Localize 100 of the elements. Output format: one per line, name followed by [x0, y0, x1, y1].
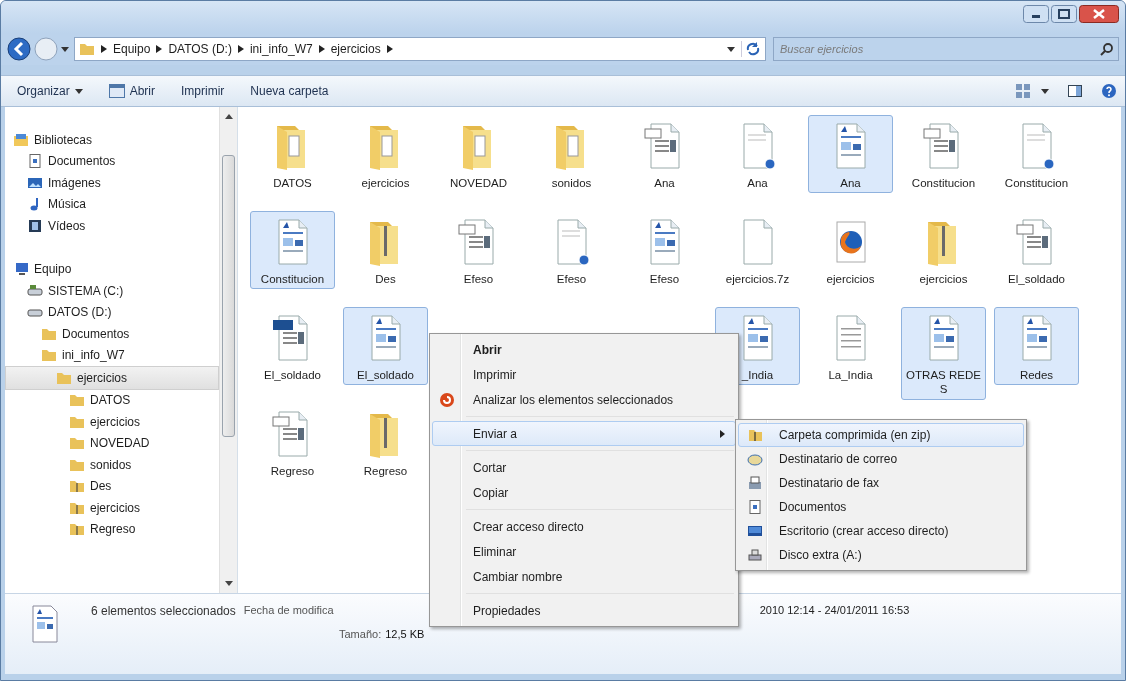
file-item[interactable]: Efeso: [436, 211, 521, 290]
tree-item[interactable]: Imágenes: [5, 172, 219, 194]
toolbar-button[interactable]: Imprimir: [173, 81, 233, 101]
file-item[interactable]: Regreso: [343, 403, 428, 482]
file-item[interactable]: Ana: [715, 115, 800, 194]
file-item[interactable]: El_soldado: [343, 307, 428, 386]
address-bar[interactable]: Equipo DATOS (D:) ini_info_W7 ejercicios: [74, 37, 766, 61]
scrollbar-thumb[interactable]: [222, 155, 235, 437]
scroll-down-icon[interactable]: [224, 581, 233, 587]
file-item[interactable]: ejercicios.7z: [715, 211, 800, 290]
file-item[interactable]: OTRAS REDES: [901, 307, 986, 400]
maximize-button[interactable]: [1051, 5, 1077, 23]
file-item[interactable]: Ana: [808, 115, 893, 194]
caret-icon[interactable]: [1041, 87, 1049, 95]
tree-item[interactable]: ejercicios: [5, 497, 219, 519]
date-label: Fecha de modifica: [243, 604, 334, 618]
menu-item[interactable]: Eliminar: [432, 539, 736, 564]
minimize-button[interactable]: [1023, 5, 1049, 23]
file-item[interactable]: Regreso: [250, 403, 335, 482]
menu-item[interactable]: Documentos: [738, 495, 1024, 519]
selection-summary: 6 elementos seleccionados: [91, 604, 236, 618]
search-icon: [1100, 42, 1114, 56]
help-icon[interactable]: [1101, 83, 1117, 99]
file-item[interactable]: El_soldado: [250, 307, 335, 386]
menu-item[interactable]: Carpeta comprimida (en zip): [738, 423, 1024, 447]
chevron-icon[interactable]: [156, 45, 163, 53]
toolbar-button[interactable]: Abrir: [100, 81, 164, 101]
chevron-icon[interactable]: [237, 45, 244, 53]
tree-item[interactable]: DATOS (D:): [5, 301, 219, 323]
back-button[interactable]: [7, 37, 31, 61]
submenu-arrow-icon: [720, 429, 725, 438]
file-item[interactable]: Des: [343, 211, 428, 290]
chevron-icon[interactable]: [386, 45, 393, 53]
tree-item[interactable]: Música: [5, 193, 219, 215]
file-item[interactable]: El_soldado: [994, 211, 1079, 290]
tree-item[interactable]: DATOS: [5, 389, 219, 411]
tree-item[interactable]: Equipo: [5, 258, 219, 280]
window-icon: [108, 84, 125, 98]
rich-text-document-icon: [29, 604, 61, 644]
zipped-folder-icon: [747, 427, 763, 443]
file-item[interactable]: Ana: [622, 115, 707, 194]
breadcrumb-item[interactable]: ini_info_W7: [249, 42, 313, 56]
menu-item[interactable]: Disco extra (A:): [738, 543, 1024, 567]
folder-icon: [79, 41, 95, 57]
view-options-icon[interactable]: [1015, 83, 1031, 99]
size-label: Tamaño:: [339, 628, 382, 640]
file-item[interactable]: DATOS: [250, 115, 335, 194]
breadcrumb-item[interactable]: ejercicios: [330, 42, 381, 56]
chevron-icon[interactable]: [101, 45, 107, 53]
menu-item[interactable]: Destinatario de fax: [738, 471, 1024, 495]
tree-item[interactable]: Regreso: [5, 518, 219, 540]
file-item[interactable]: ejercicios: [808, 211, 893, 290]
file-item[interactable]: La_India: [808, 307, 893, 386]
tree-item[interactable]: SISTEMA (C:): [5, 280, 219, 302]
menu-item[interactable]: Destinatario de correo: [738, 447, 1024, 471]
file-item[interactable]: Efeso: [622, 211, 707, 290]
tree-item[interactable]: Des: [5, 475, 219, 497]
file-item[interactable]: Redes: [994, 307, 1079, 386]
breadcrumb-item[interactable]: Equipo: [113, 42, 151, 56]
scrollbar[interactable]: [219, 107, 237, 593]
menu-item[interactable]: Crear acceso directo: [432, 514, 736, 539]
menu-item[interactable]: Enviar a: [432, 421, 736, 446]
file-item[interactable]: Efeso: [529, 211, 614, 290]
history-caret-icon[interactable]: [61, 45, 69, 53]
menu-item[interactable]: Analizar los elementos seleccionados: [432, 387, 736, 412]
scroll-up-icon[interactable]: [224, 113, 233, 119]
breadcrumb-item[interactable]: DATOS (D:): [168, 42, 232, 56]
toolbar-button[interactable]: Organizar: [9, 81, 91, 101]
file-item[interactable]: ejercicios: [901, 211, 986, 290]
file-item[interactable]: NOVEDAD: [436, 115, 521, 194]
tree-item[interactable]: ejercicios: [5, 366, 219, 390]
file-item[interactable]: ejercicios: [343, 115, 428, 194]
tree-item[interactable]: ejercicios: [5, 411, 219, 433]
menu-item[interactable]: Propiedades: [432, 598, 736, 623]
tree-item[interactable]: Vídeos: [5, 215, 219, 237]
tree-item[interactable]: Documentos: [5, 150, 219, 172]
toolbar-button[interactable]: Nueva carpeta: [242, 81, 337, 101]
document-icon: [27, 153, 43, 170]
menu-item[interactable]: Escritorio (crear acceso directo): [738, 519, 1024, 543]
folder-icon: [41, 347, 57, 364]
file-item[interactable]: Constitucion: [901, 115, 986, 194]
folder-icon: [69, 392, 85, 409]
tree-item[interactable]: sonidos: [5, 454, 219, 476]
preview-pane-icon[interactable]: [1067, 83, 1083, 99]
close-button[interactable]: [1079, 5, 1119, 23]
dropdown-caret-icon[interactable]: [727, 45, 735, 53]
menu-item[interactable]: Cortar: [432, 455, 736, 480]
menu-item[interactable]: Cambiar nombre: [432, 564, 736, 589]
search-field[interactable]: Buscar ejercicios: [773, 37, 1119, 61]
file-item[interactable]: Constitucion: [994, 115, 1079, 194]
tree-item[interactable]: ini_info_W7: [5, 344, 219, 366]
file-item[interactable]: Constitucion: [250, 211, 335, 290]
menu-item[interactable]: Copiar: [432, 480, 736, 505]
tree-item[interactable]: Documentos: [5, 323, 219, 345]
file-item[interactable]: sonidos: [529, 115, 614, 194]
tree-item[interactable]: NOVEDAD: [5, 432, 219, 454]
tree-item[interactable]: Bibliotecas: [5, 129, 219, 151]
refresh-icon[interactable]: [741, 41, 761, 57]
hard-drive-icon: [27, 282, 43, 299]
chevron-icon[interactable]: [318, 45, 325, 53]
